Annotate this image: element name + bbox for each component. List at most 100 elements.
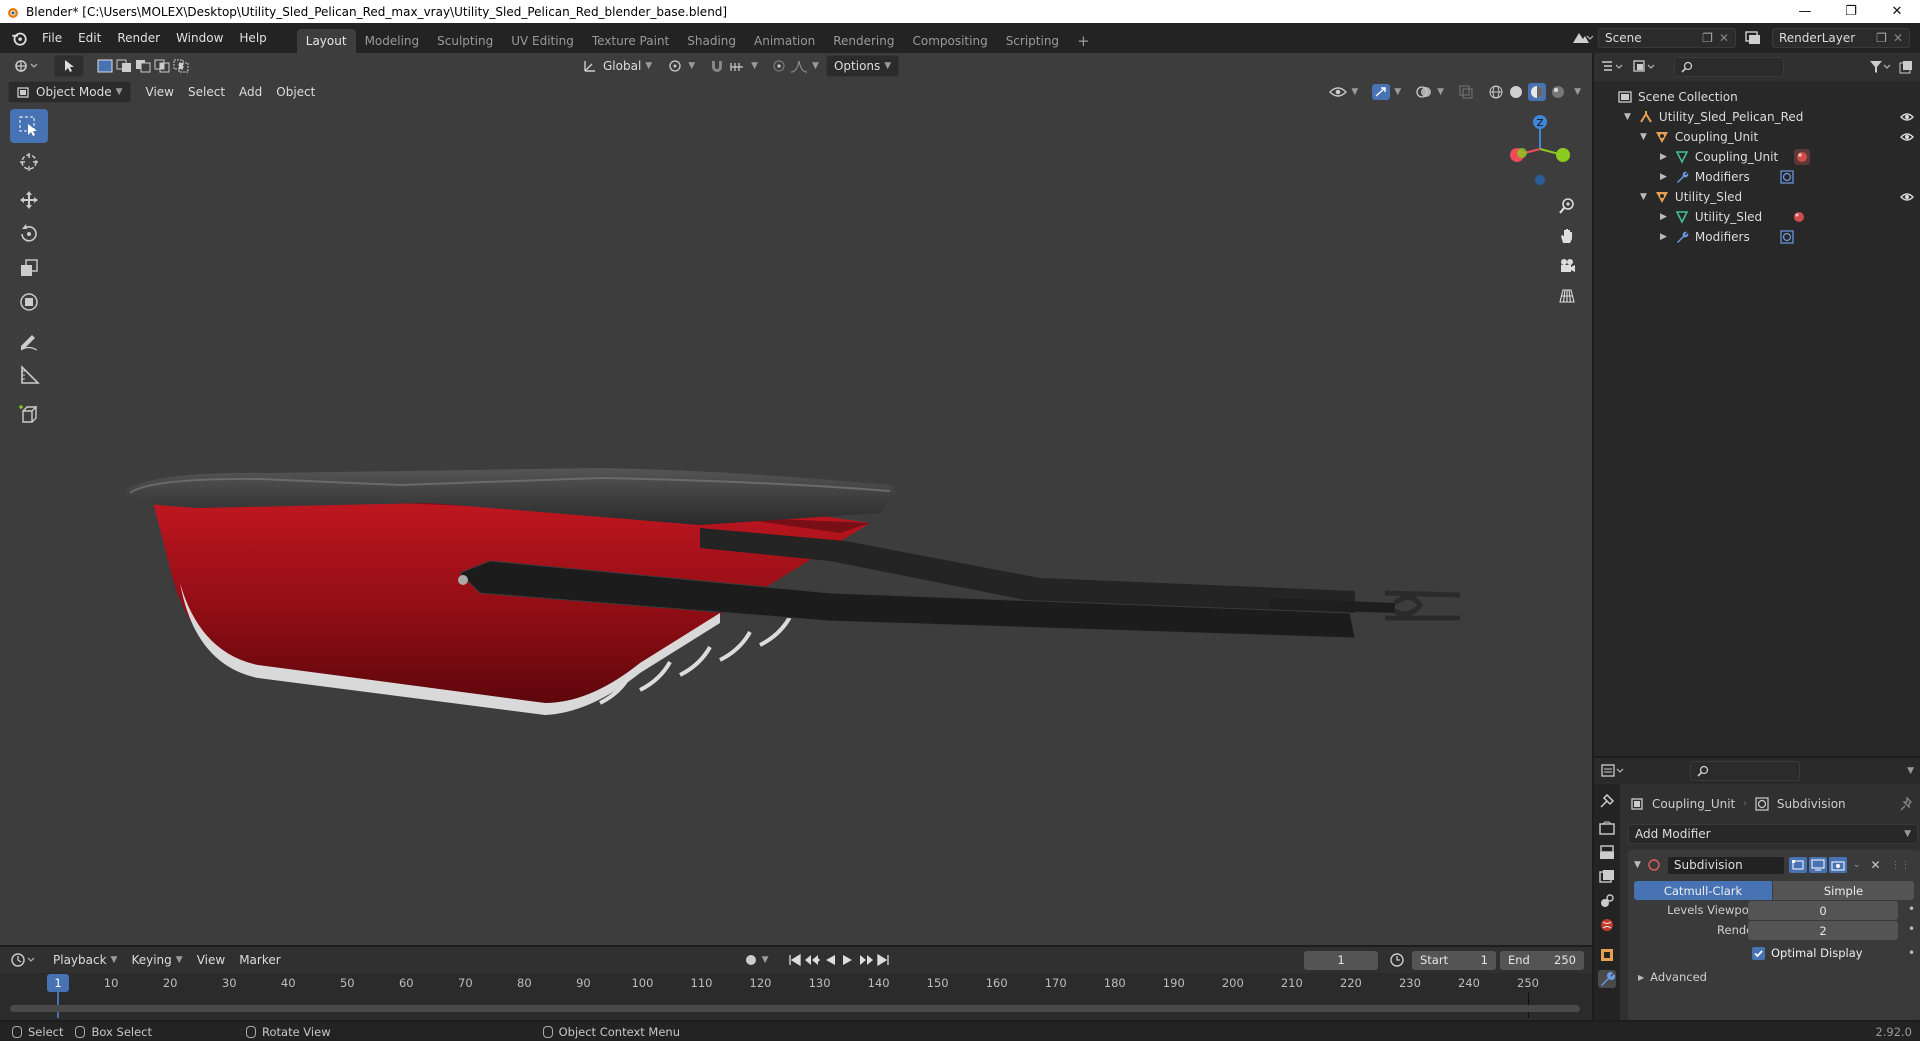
timeline-scrollbar[interactable] [10, 1005, 1580, 1012]
outliner-row[interactable]: ▼ Coupling_Unit [1594, 127, 1920, 147]
tab-animation[interactable]: Animation [745, 29, 824, 53]
timeline-view-menu[interactable]: View [190, 949, 232, 971]
collapse-modifier-icon[interactable]: ▼ [1634, 860, 1641, 870]
expand-toggle-icon[interactable]: ▼ [1640, 192, 1647, 202]
visibility-eye-icon[interactable] [1900, 110, 1914, 124]
preview-range-icon[interactable] [1388, 952, 1406, 968]
start-frame-field[interactable]: Start 1 [1412, 950, 1496, 970]
render-toggle-icon[interactable] [1828, 857, 1847, 873]
render-levels-field[interactable]: 2 [1748, 921, 1898, 940]
scene-icon[interactable] [1570, 29, 1596, 47]
material-icon[interactable] [1792, 210, 1806, 224]
outliner-row[interactable]: ▶ Modifiers [1594, 167, 1920, 187]
filter-icon[interactable] [1868, 59, 1892, 75]
tab-layout[interactable]: Layout [296, 29, 356, 53]
render-layer-icon[interactable] [1742, 29, 1772, 47]
expand-toggle-icon[interactable]: ▼ [1624, 112, 1631, 122]
modifier-tab-icon[interactable] [1598, 970, 1616, 988]
end-frame-field[interactable]: End 250 [1500, 950, 1584, 970]
scene-selector[interactable]: Scene ❐ ✕ [1598, 28, 1736, 48]
tab-rendering[interactable]: Rendering [824, 29, 903, 53]
play-icon[interactable] [839, 953, 855, 967]
jump-to-keyframe-back-icon[interactable] [803, 953, 823, 967]
tab-shading[interactable]: Shading [678, 29, 745, 53]
outliner-row[interactable]: ▶ Coupling_Unit [1594, 147, 1920, 167]
tab-modeling[interactable]: Modeling [356, 29, 429, 53]
timeline-editor-icon[interactable] [10, 952, 38, 968]
outliner-row[interactable]: ▼ Utility_Sled [1594, 187, 1920, 207]
modifier-options-chevron-icon[interactable]: ⌄ [1853, 860, 1861, 870]
subdivision-modifier-icon[interactable] [1780, 230, 1794, 244]
simple-button[interactable]: Simple [1773, 881, 1914, 900]
remove-modifier-icon[interactable]: ✕ [1870, 858, 1880, 872]
advanced-subpanel[interactable]: ▶ Advanced [1638, 970, 1707, 984]
properties-search[interactable] [1690, 761, 1800, 781]
copy-scene-icon[interactable]: ❐ [1702, 31, 1713, 45]
chevron-down-icon[interactable]: ▼ [762, 955, 769, 965]
tab-sculpting[interactable]: Sculpting [428, 29, 502, 53]
properties-editor-icon[interactable] [1600, 763, 1628, 779]
edit-mode-toggle-icon[interactable] [1788, 857, 1807, 873]
outliner-editor-icon[interactable] [1600, 59, 1626, 75]
play-reverse-icon[interactable] [823, 953, 839, 967]
add-workspace-button[interactable]: + [1068, 29, 1099, 53]
menu-render[interactable]: Render [109, 23, 168, 53]
tab-uv-editing[interactable]: UV Editing [502, 29, 583, 53]
current-frame-field[interactable]: 1 [1304, 950, 1378, 970]
menu-edit[interactable]: Edit [70, 23, 109, 53]
display-mode-icon[interactable] [1632, 59, 1658, 75]
render-tab-icon[interactable] [1598, 820, 1616, 838]
expand-toggle-icon[interactable]: ▶ [1660, 152, 1667, 162]
tab-texture-paint[interactable]: Texture Paint [583, 29, 678, 53]
decorator-dot-icon[interactable]: • [1908, 946, 1915, 960]
outliner-row[interactable]: ▶ Utility_Sled [1594, 207, 1920, 227]
copy-layer-icon[interactable]: ❐ [1876, 31, 1887, 45]
expand-toggle-icon[interactable]: ▶ [1660, 232, 1667, 242]
decorator-dot-icon[interactable]: • [1908, 922, 1915, 936]
render-layer-selector[interactable]: RenderLayer ❐ ✕ [1772, 28, 1910, 48]
close-window-button[interactable]: ✕ [1874, 0, 1920, 23]
view-layer-tab-icon[interactable] [1598, 868, 1616, 886]
visibility-eye-icon[interactable] [1900, 130, 1914, 144]
menu-help[interactable]: Help [231, 23, 274, 53]
menu-window[interactable]: Window [168, 23, 231, 53]
modifier-name-field[interactable]: Subdivision [1666, 855, 1785, 875]
add-modifier-dropdown[interactable]: Add Modifier ▼ [1628, 824, 1918, 844]
subdivision-modifier-icon[interactable] [1780, 170, 1794, 184]
decorator-dot-icon[interactable]: • [1908, 902, 1915, 916]
restore-button[interactable]: ❐ [1828, 0, 1874, 23]
expand-toggle-icon[interactable]: ▶ [1660, 212, 1667, 222]
jump-to-start-icon[interactable] [787, 953, 803, 967]
scene-collection-row[interactable]: Scene Collection [1594, 87, 1920, 107]
optimal-display-checkbox[interactable]: Optimal Display [1752, 946, 1863, 960]
expand-toggle-icon[interactable]: ▶ [1660, 172, 1667, 182]
chevron-down-icon[interactable]: ▼ [1907, 766, 1914, 776]
menu-file[interactable]: File [34, 23, 70, 53]
levels-viewport-field[interactable]: 0 [1748, 901, 1898, 920]
realtime-toggle-icon[interactable] [1808, 857, 1827, 873]
remove-scene-icon[interactable]: ✕ [1719, 31, 1729, 45]
jump-to-end-icon[interactable] [875, 953, 891, 967]
expand-toggle-icon[interactable]: ▼ [1640, 132, 1647, 142]
timeline-ruler[interactable]: 1102030405060708090100110120130140150160… [0, 973, 1592, 1018]
minimize-button[interactable]: — [1782, 0, 1828, 23]
output-tab-icon[interactable] [1598, 844, 1616, 862]
3d-viewport[interactable]: Global ▼ ▼ ▼ ▼ Options ▼ Object Mode ▼ V… [0, 53, 1592, 945]
outliner-row[interactable]: ▶ Modifiers [1594, 227, 1920, 247]
jump-to-keyframe-forward-icon[interactable] [855, 953, 875, 967]
tool-tab-icon[interactable] [1598, 792, 1616, 810]
material-icon[interactable] [1794, 149, 1811, 165]
keying-menu[interactable]: Keying ▼ [124, 949, 189, 971]
blender-menu-icon[interactable] [10, 29, 28, 47]
outliner-row[interactable]: ▼ Utility_Sled_Pelican_Red [1594, 107, 1920, 127]
drag-handle-icon[interactable]: ⋮⋮ [1891, 860, 1911, 871]
scene-tab-icon[interactable] [1598, 892, 1616, 910]
object-tab-icon[interactable] [1598, 946, 1616, 964]
catmull-clark-button[interactable]: Catmull-Clark [1634, 881, 1772, 900]
world-tab-icon[interactable] [1598, 916, 1616, 934]
timeline-marker-menu[interactable]: Marker [232, 949, 287, 971]
pin-icon[interactable] [1900, 797, 1914, 811]
tab-scripting[interactable]: Scripting [997, 29, 1068, 53]
playback-menu[interactable]: Playback ▼ [46, 949, 124, 971]
outliner-search[interactable] [1674, 57, 1784, 77]
